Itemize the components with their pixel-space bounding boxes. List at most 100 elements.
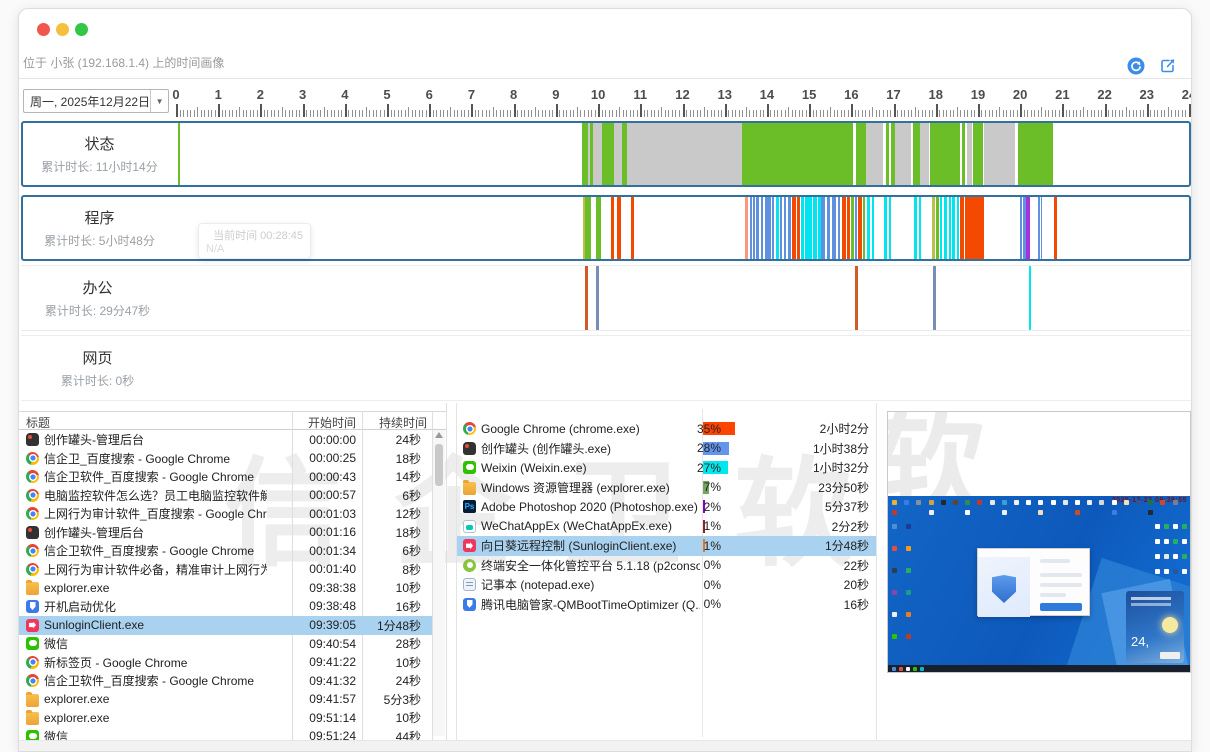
activity-stripe xyxy=(847,197,850,259)
activity-stripe xyxy=(1020,197,1022,259)
row-start-time: 00:01:16 xyxy=(267,525,356,539)
screenshot-preview[interactable]: 软 件 2025-12-22 09:39:55 xyxy=(887,411,1191,673)
desktop-icon xyxy=(1124,500,1129,505)
zoom-button[interactable] xyxy=(75,23,88,36)
timeline-row-状态[interactable]: 状态累计时长: 11小时14分 xyxy=(21,121,1191,187)
titles-table-panel: 标题 开始时间 持续时间 创作罐头-管理后台00:00:0024秒信企卫_百度搜… xyxy=(19,403,447,743)
scrollbar-thumb[interactable] xyxy=(435,444,443,486)
bottom-scroll-strip[interactable] xyxy=(19,740,1191,751)
jar-icon xyxy=(26,433,39,446)
ps-icon: Ps xyxy=(463,500,476,513)
activity-stripe xyxy=(1041,197,1042,259)
row-start-time: 00:01:34 xyxy=(267,544,356,558)
desktop-icon xyxy=(1026,500,1031,505)
column-title[interactable]: 标题 xyxy=(26,414,50,431)
weather-widget: 24, xyxy=(1126,591,1184,663)
program-row[interactable]: 向日葵远程控制 (SunloginClient.exe)1%1分48秒 xyxy=(457,536,876,556)
row-title: 信企卫软件_百度搜索 - Google Chrome xyxy=(44,542,254,559)
table-row[interactable]: 信企卫_百度搜索 - Google Chrome00:00:2518秒 xyxy=(19,449,432,468)
table-row[interactable]: 上网行为审计软件_百度搜索 - Google Chrome00:01:0312秒 xyxy=(19,504,432,523)
timeline-row-网页[interactable]: 网页累计时长: 0秒 xyxy=(21,335,1191,401)
preview-panel: 软 件 2025-12-22 09:39:55 xyxy=(885,403,1192,743)
desktop-icon xyxy=(1164,524,1169,529)
refresh-button[interactable] xyxy=(1127,57,1145,75)
table-row[interactable]: 上网行为审计软件必备，精准审计上网行为，提升...00:01:408秒 xyxy=(19,560,432,579)
chrome-icon xyxy=(26,489,39,502)
program-row[interactable]: Google Chrome (chrome.exe)35%2小时2分 xyxy=(457,419,876,439)
share-button[interactable] xyxy=(1159,57,1177,75)
table-row[interactable]: 新标签页 - Google Chrome09:41:2210秒 xyxy=(19,653,432,672)
table-scrollbar[interactable] xyxy=(433,430,445,736)
program-name: Weixin (Weixin.exe) xyxy=(481,461,587,475)
row-duration: 24秒 xyxy=(356,672,424,689)
table-header: 标题 开始时间 持续时间 xyxy=(19,411,446,430)
desktop-icon xyxy=(1155,524,1160,529)
timeline-row-办公[interactable]: 办公累计时长: 29分47秒 xyxy=(21,265,1191,331)
row-start-time: 09:38:38 xyxy=(267,581,356,595)
wxex-icon xyxy=(463,520,476,533)
activity-stripe xyxy=(914,197,917,259)
program-row[interactable]: 腾讯电脑管家-QMBootTimeOptimizer (Q...0%16秒 xyxy=(457,595,876,615)
table-row[interactable]: explorer.exe09:51:1410秒 xyxy=(19,708,432,727)
row-title: explorer.exe xyxy=(44,581,109,595)
usage-percent: 1% xyxy=(661,519,721,533)
table-row[interactable]: 信企卫软件_百度搜索 - Google Chrome00:00:4314秒 xyxy=(19,467,432,486)
timeline-row-程序[interactable]: 程序累计时长: 5小时48分 xyxy=(21,195,1191,261)
activity-stripe xyxy=(745,197,748,259)
timeline-track[interactable] xyxy=(176,336,1191,400)
table-row[interactable]: explorer.exe09:41:575分3秒 xyxy=(19,690,432,709)
hour-label: 15 xyxy=(799,87,819,102)
hour-label: 12 xyxy=(673,87,693,102)
row-total-duration: 累计时长: 29分47秒 xyxy=(45,302,150,319)
desktop-icon xyxy=(1112,500,1117,505)
timeline-track[interactable] xyxy=(178,197,1189,259)
desktop-icon xyxy=(1075,510,1080,515)
column-start-time[interactable]: 开始时间 xyxy=(292,414,356,431)
row-start-time: 09:40:54 xyxy=(267,637,356,651)
scroll-up-icon[interactable] xyxy=(435,432,443,438)
timeline-track[interactable] xyxy=(178,123,1189,185)
table-row[interactable]: 信企卫软件_百度搜索 - Google Chrome09:41:3224秒 xyxy=(19,671,432,690)
column-duration[interactable]: 持续时间 xyxy=(362,414,427,431)
hour-label: 22 xyxy=(1095,87,1115,102)
hour-label: 3 xyxy=(293,87,313,102)
table-row[interactable]: 开机启动优化09:38:4816秒 xyxy=(19,597,432,616)
usage-percent: 2% xyxy=(661,500,721,514)
activity-segment xyxy=(984,123,1016,185)
program-row[interactable]: WeChatAppEx (WeChatAppEx.exe)1%2分2秒 xyxy=(457,517,876,537)
window-controls xyxy=(37,23,88,36)
desktop-icon xyxy=(941,500,946,505)
activity-stripe xyxy=(889,197,891,259)
chrome-icon xyxy=(26,452,39,465)
table-row[interactable]: explorer.exe09:38:3810秒 xyxy=(19,578,432,597)
program-row[interactable]: 创作罐头 (创作罐头.exe)28%1小时38分 xyxy=(457,439,876,459)
activity-stripe xyxy=(855,266,858,330)
program-row[interactable]: PsAdobe Photoshop 2020 (Photoshop.exe)2%… xyxy=(457,497,876,517)
desktop-icon xyxy=(1155,569,1160,574)
activity-segment xyxy=(742,123,854,185)
table-row[interactable]: 微信09:40:5428秒 xyxy=(19,634,432,653)
program-row[interactable]: 终端安全一体化管控平台 5.1.18 (p2console...0%22秒 xyxy=(457,556,876,576)
table-row[interactable]: 创作罐头-管理后台00:01:1618秒 xyxy=(19,523,432,542)
hour-label: 14 xyxy=(757,87,777,102)
table-row[interactable]: 创作罐头-管理后台00:00:0024秒 xyxy=(19,430,432,449)
table-row[interactable]: SunloginClient.exe09:39:051分48秒 xyxy=(19,616,432,635)
activity-stripe xyxy=(981,197,984,259)
desktop-icon xyxy=(1038,500,1043,505)
program-row[interactable]: Windows 资源管理器 (explorer.exe)7%23分50秒 xyxy=(457,478,876,498)
programs-panel: Google Chrome (chrome.exe)35%2小时2分创作罐头 (… xyxy=(456,403,877,743)
timeline-track[interactable] xyxy=(176,266,1191,330)
minimize-button[interactable] xyxy=(56,23,69,36)
program-row[interactable]: 记事本 (notepad.exe)0%20秒 xyxy=(457,575,876,595)
program-row[interactable]: Weixin (Weixin.exe)27%1小时32分 xyxy=(457,458,876,478)
table-row[interactable]: 信企卫软件_百度搜索 - Google Chrome00:01:346秒 xyxy=(19,541,432,560)
row-start-time: 09:51:14 xyxy=(267,711,356,725)
date-picker[interactable]: 周一, 2025年12月22日 ▼ xyxy=(23,89,169,113)
hour-label: 7 xyxy=(461,87,481,102)
table-row[interactable]: 电脑监控软件怎么选？员工电脑监控软件解析，202...00:00:576秒 xyxy=(19,486,432,505)
close-button[interactable] xyxy=(37,23,50,36)
activity-segment xyxy=(627,123,741,185)
activity-stripe xyxy=(952,197,955,259)
row-title: explorer.exe xyxy=(44,692,109,706)
row-title: 电脑监控软件怎么选？员工电脑监控软件解析，202... xyxy=(44,487,267,504)
